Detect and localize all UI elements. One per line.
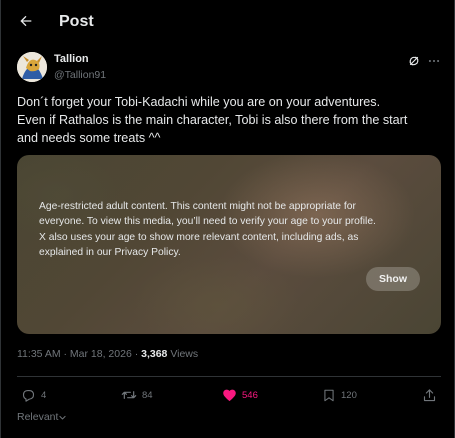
repost-icon xyxy=(121,391,137,399)
back-arrow-icon xyxy=(20,15,32,27)
warning-line: X also uses your age to show more releva… xyxy=(39,231,359,243)
like-count: 546 xyxy=(242,389,258,401)
post-meta: 11:35 AM · Mar 18, 2026 · 3,368 Views xyxy=(17,348,198,360)
tweet-text: Don´t forget your Tobi-Kadachi while you… xyxy=(17,93,442,147)
views-label: Views xyxy=(167,348,199,360)
sort-label: Relevant xyxy=(17,411,59,423)
media-sensitive-overlay[interactable]: Age-restricted adult content. This conte… xyxy=(17,155,441,334)
warning-line: everyone. To view this media, you’ll nee… xyxy=(39,216,376,228)
share-button[interactable] xyxy=(422,385,437,405)
reply-icon xyxy=(22,389,35,402)
reply-button[interactable]: 4 xyxy=(21,385,46,405)
grok-icon[interactable] xyxy=(407,54,421,68)
bookmark-icon xyxy=(324,389,334,401)
avatar[interactable] xyxy=(17,52,47,82)
warning-line: explained in our Privacy Policy. xyxy=(39,246,181,258)
tweet-line: Even if Rathalos is the main character, … xyxy=(17,113,408,127)
age-restricted-warning: Age-restricted adult content. This conte… xyxy=(39,199,423,260)
action-bar: 4 84 546 120 xyxy=(17,385,441,405)
page-title: Post xyxy=(59,13,94,30)
more-icon[interactable] xyxy=(427,54,441,68)
heart-icon xyxy=(223,389,236,401)
header: Post xyxy=(1,0,455,44)
like-button[interactable]: 546 xyxy=(222,385,258,405)
author-row: Tallion @Tallion91 xyxy=(17,52,442,84)
back-button[interactable] xyxy=(15,10,37,32)
bookmark-button[interactable]: 120 xyxy=(322,385,357,405)
author-name[interactable]: Tallion xyxy=(54,53,89,65)
share-icon xyxy=(423,388,436,401)
sort-replies-dropdown[interactable]: Relevant xyxy=(17,411,67,423)
reply-count: 4 xyxy=(41,389,47,401)
bookmark-count: 120 xyxy=(341,389,357,401)
tweet-line: Don´t forget your Tobi-Kadachi while you… xyxy=(17,95,381,109)
timestamp[interactable]: 11:35 AM · Mar 18, 2026 · xyxy=(17,348,141,360)
show-media-button[interactable]: Show xyxy=(366,267,420,291)
author-handle[interactable]: @Tallion91 xyxy=(54,69,106,81)
repost-count: 84 xyxy=(142,389,153,401)
tweet-line: and needs some treats ^^ xyxy=(17,131,161,145)
post-page: Post Tallion @Tallion91 Don´t forget you… xyxy=(0,0,455,438)
repost-button[interactable]: 84 xyxy=(121,385,153,405)
views-count: 3,368 xyxy=(141,348,168,360)
divider xyxy=(17,376,441,377)
warning-line: Age-restricted adult content. This conte… xyxy=(39,201,356,212)
chevron-down-icon xyxy=(59,415,67,419)
